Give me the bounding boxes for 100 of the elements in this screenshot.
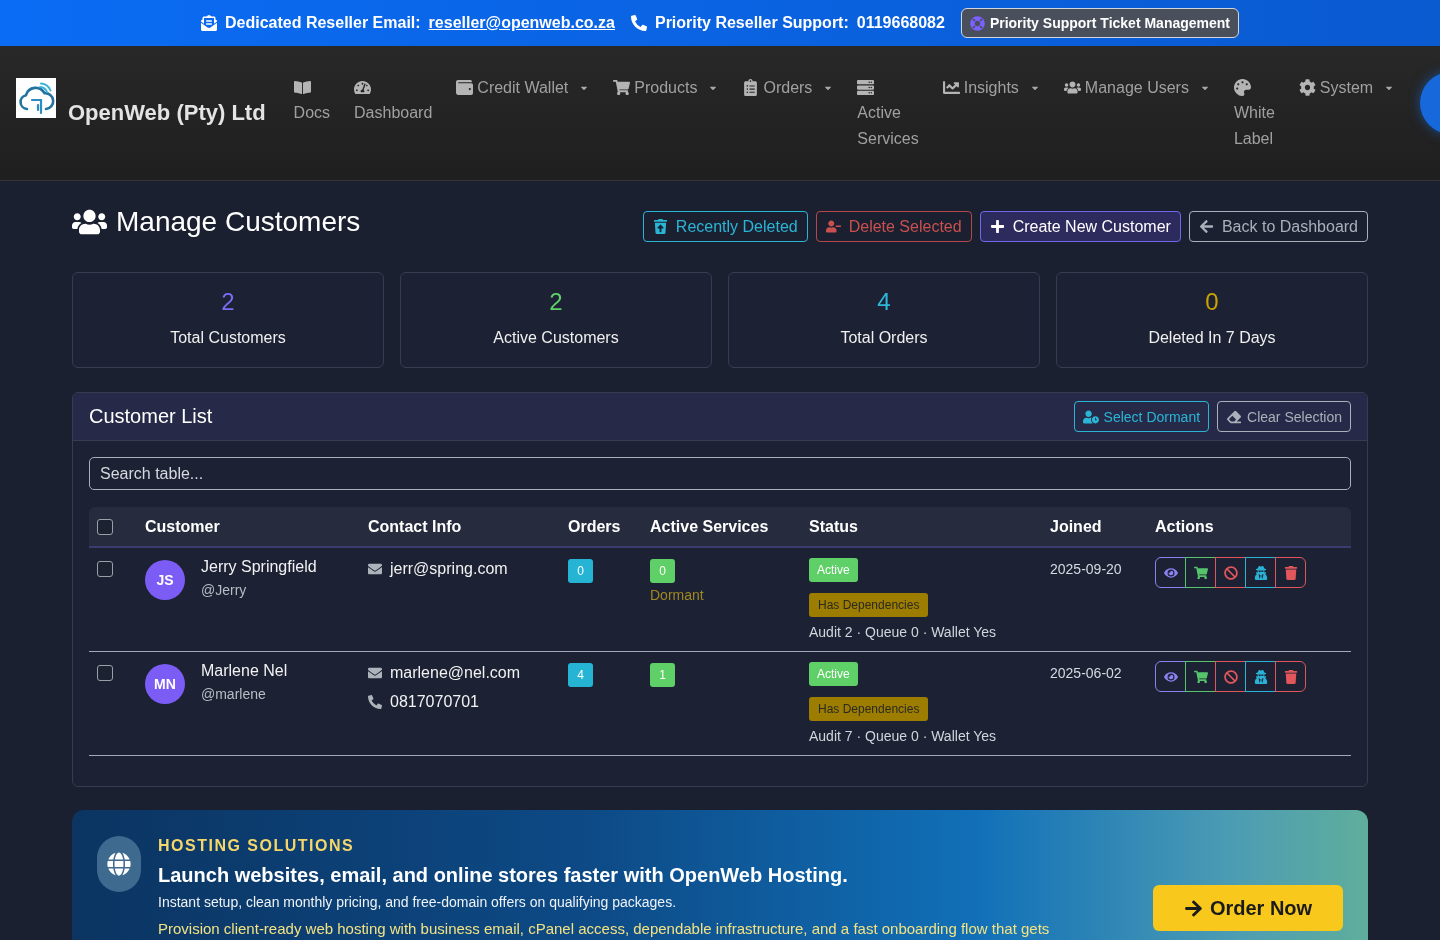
cart-icon <box>613 79 631 97</box>
email-text: jerr@spring.com <box>390 560 508 578</box>
incognito-button[interactable] <box>1245 661 1276 692</box>
order-now-button[interactable]: Order Now <box>1153 885 1343 931</box>
dependency-badge: Has Dependencies <box>809 697 929 721</box>
cart-button[interactable] <box>1185 557 1216 588</box>
support-label: Priority Reseller Support: <box>654 14 849 32</box>
column-header: Orders <box>567 517 622 536</box>
customer-name: Marlene Nel <box>201 662 288 680</box>
nav-dropdown[interactable]: Manage Users <box>1051 75 1222 101</box>
nav-link[interactable]: Active Services <box>845 75 931 151</box>
plus-icon <box>989 219 1005 234</box>
action-button[interactable]: Recently Deleted <box>642 211 808 242</box>
cart-button[interactable] <box>1185 661 1216 692</box>
ban-icon <box>1223 565 1238 580</box>
search-field[interactable]: Search table... <box>89 457 1351 490</box>
cart-icon <box>1193 565 1208 580</box>
nav-dropdown[interactable]: Insights <box>930 75 1052 101</box>
status-badge: Active <box>809 662 858 686</box>
toolbar-button[interactable]: Select Dormant <box>1073 401 1210 432</box>
banner-subtext: Instant setup, clean monthly pricing, and free-domain offers on qualifying packages. <box>158 893 678 911</box>
banner-eyebrow: HOSTING SOLUTIONS <box>158 836 356 856</box>
banner-heading: Launch websites, email, and online stores faster with OpenWeb Hosting. <box>158 863 849 888</box>
action-button[interactable]: Back to Dashboard <box>1188 211 1368 242</box>
row-checkbox[interactable] <box>97 561 113 577</box>
email-text: marlene@nel.com <box>390 664 521 682</box>
arrow-right-icon <box>1183 898 1203 918</box>
stat-label: Deleted In 7 Days <box>1148 328 1276 347</box>
gauge-icon <box>354 79 372 96</box>
delete-button[interactable] <box>1275 557 1306 588</box>
globe-icon <box>97 836 141 892</box>
order-count-badge: 4 <box>568 663 593 687</box>
ban-button[interactable] <box>1215 557 1246 588</box>
envelope-icon <box>368 666 382 680</box>
service-count-badge: 1 <box>650 663 675 687</box>
clipboard-icon <box>742 79 760 97</box>
nav-dropdown[interactable]: Credit Wallet <box>444 75 602 101</box>
life-ring-icon <box>969 15 985 31</box>
action-button[interactable]: Delete Selected <box>815 211 972 242</box>
stat-label: Total Orders <box>840 328 928 347</box>
wallet-icon <box>456 79 474 97</box>
arrow-left-icon <box>1198 219 1214 234</box>
brand-name: OpenWeb (Pty) Ltd <box>68 100 266 126</box>
phone-icon <box>368 695 382 709</box>
column-header: Contact Info <box>367 517 463 536</box>
users-icon <box>72 208 107 236</box>
column-header: Active Services <box>649 517 770 536</box>
nav-link[interactable]: White Label <box>1221 75 1287 151</box>
nav-dropdown[interactable]: Products <box>601 75 731 101</box>
trash-icon <box>1283 565 1298 580</box>
view-button[interactable] <box>1155 557 1186 588</box>
usage-summary: Audit 7 · Queue 0 · Wallet Yes <box>809 727 997 745</box>
phone-icon <box>630 15 647 31</box>
nav-link[interactable]: Docs <box>281 75 343 126</box>
envelope-icon <box>200 15 217 31</box>
envelope-icon <box>368 562 382 576</box>
customer-name: Jerry Springfield <box>201 558 317 576</box>
stat-label: Active Customers <box>493 328 619 347</box>
customer-handle: @Jerry <box>201 581 248 599</box>
eye-icon <box>1163 565 1178 580</box>
status-badge: Active <box>809 558 858 582</box>
service-count-badge: 0 <box>650 559 675 583</box>
action-button[interactable]: Create New Customer <box>979 211 1181 242</box>
stat-value: 4 <box>877 288 891 316</box>
nav-dropdown[interactable]: Orders <box>730 75 846 101</box>
customer-handle: @marlene <box>201 685 267 703</box>
email-link[interactable]: reseller@openweb.co.za <box>428 14 615 32</box>
delete-button[interactable] <box>1275 661 1306 692</box>
eraser-icon <box>1226 409 1243 424</box>
cart-icon <box>1193 669 1208 684</box>
banner-body: Provision client-ready web hosting with business email, cPanel access, dependable infrastructure, and a fast onboarding flow that gets <box>158 920 1051 937</box>
incognito-button[interactable] <box>1245 557 1276 588</box>
cloud-logo <box>16 78 56 118</box>
column-header: Joined <box>1049 517 1103 536</box>
ban-button[interactable] <box>1215 661 1246 692</box>
usage-summary: Audit 2 · Queue 0 · Wallet Yes <box>809 623 997 641</box>
dependency-badge: Has Dependencies <box>809 593 929 617</box>
avatar-initials: MN <box>145 664 185 704</box>
nav-dropdown[interactable]: System <box>1286 75 1407 101</box>
toolbar-button[interactable]: Clear Selection <box>1217 401 1351 432</box>
dormant-label: Dormant <box>650 586 704 604</box>
stat-value: 2 <box>221 288 235 316</box>
book-icon <box>293 79 311 96</box>
spy-icon <box>1253 565 1268 580</box>
line-chart-icon <box>942 79 960 97</box>
user-minus-icon <box>825 219 841 234</box>
column-header: Status <box>808 517 859 536</box>
eye-icon <box>1163 669 1178 684</box>
select-all-checkbox[interactable] <box>97 518 113 535</box>
row-checkbox[interactable] <box>97 665 113 681</box>
nav-link[interactable]: Dashboard <box>342 75 445 126</box>
avatar-initials: JS <box>145 560 185 600</box>
order-count-badge: 0 <box>568 559 593 583</box>
support-phone: 0119668082 <box>856 14 945 32</box>
ban-icon <box>1223 669 1238 684</box>
joined-date: 2025-06-02 <box>1050 664 1123 683</box>
view-button[interactable] <box>1155 661 1186 692</box>
joined-date: 2025-09-20 <box>1050 560 1123 579</box>
ticket-button[interactable]: Priority Support Ticket Management <box>960 8 1239 38</box>
trash-icon <box>652 219 668 234</box>
